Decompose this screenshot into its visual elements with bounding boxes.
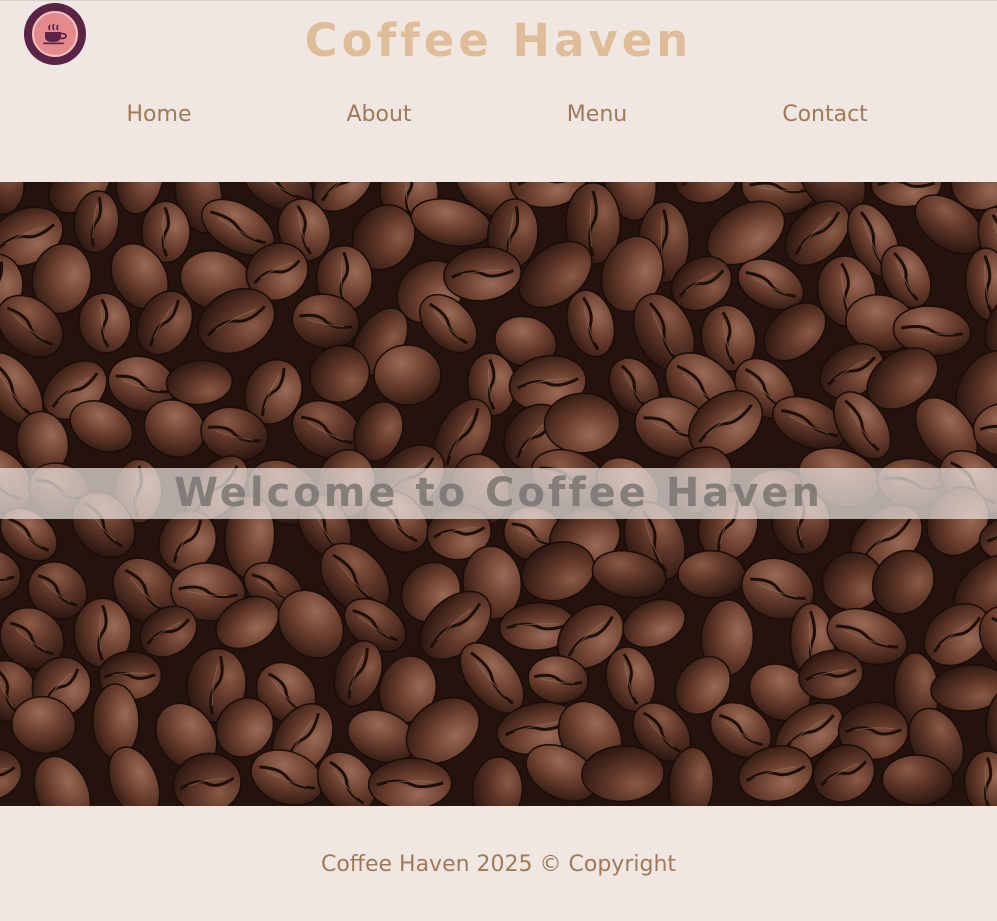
nav-link-home[interactable]: Home — [127, 98, 192, 132]
copyright-text: Coffee Haven 2025 © Copyright — [320, 852, 677, 877]
nav-link-about[interactable]: About — [346, 98, 411, 132]
nav-link-menu[interactable]: Menu — [567, 98, 627, 132]
welcome-banner: Welcome to Coffee Haven — [0, 468, 997, 519]
site-title: Coffee Haven — [304, 14, 693, 67]
site-footer: Coffee Haven 2025 © Copyright — [0, 806, 997, 921]
coffee-bean — [677, 549, 746, 599]
main-nav: Home About Menu Contact — [0, 98, 997, 132]
welcome-text: Welcome to Coffee Haven — [174, 470, 823, 516]
hero-section: Welcome to Coffee Haven — [0, 182, 997, 806]
coffee-bean — [91, 683, 140, 759]
nav-link-contact[interactable]: Contact — [782, 98, 868, 132]
site-header: Coffee Haven Home About Menu Contact — [0, 0, 997, 182]
